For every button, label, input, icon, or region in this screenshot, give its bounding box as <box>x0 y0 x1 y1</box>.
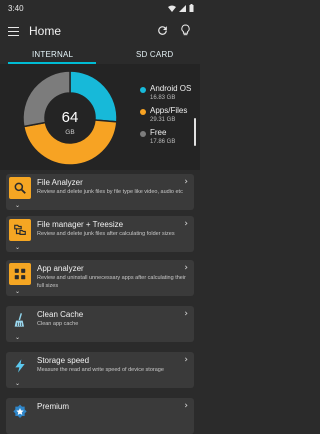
storage-overview: 64 GB Android OS 16.83 GB Apps/Files 29.… <box>0 64 200 170</box>
card-title: Storage speed <box>37 356 90 365</box>
app-bar: Home <box>0 18 200 46</box>
apps-grid-icon <box>9 263 31 285</box>
card-title: Premium <box>37 402 70 411</box>
card-description: Review and delete junk files by file typ… <box>37 189 183 195</box>
legend-label: Apps/Files <box>150 106 188 115</box>
premium-badge-icon <box>9 401 31 423</box>
card-title: Clean Cache <box>37 310 84 319</box>
status-bar: 3:40 <box>0 0 200 18</box>
lightning-icon <box>9 355 31 377</box>
broom-icon <box>9 309 31 331</box>
legend-item-android-os: Android OS 16.83 GB <box>140 84 191 106</box>
chevron-down-icon[interactable]: ⌄ <box>15 202 20 209</box>
chevron-right-icon: › <box>184 355 188 365</box>
folder-tree-icon <box>9 219 31 241</box>
lightbulb-icon[interactable] <box>180 24 191 37</box>
legend-dot-free <box>140 131 146 137</box>
tab-sd-card[interactable]: SD CARD <box>136 50 173 59</box>
card-title: File Analyzer <box>37 178 83 187</box>
chevron-right-icon: › <box>184 177 188 187</box>
magnifier-icon <box>9 177 31 199</box>
legend-label: Free <box>150 128 167 137</box>
chevron-down-icon[interactable]: ⌄ <box>15 288 20 295</box>
legend-item-free: Free 17.86 GB <box>140 128 191 150</box>
donut-center-value: 64 <box>62 109 79 126</box>
card-description: Measure the read and write speed of devi… <box>37 367 164 373</box>
chevron-right-icon: › <box>184 219 188 229</box>
signal-icon <box>179 4 186 12</box>
card-title: App analyzer <box>37 264 84 273</box>
card-description: Review and delete junk files after calcu… <box>37 231 175 237</box>
card-description: Review and uninstall unnecessary apps af… <box>37 275 186 289</box>
legend-dot-android-os <box>140 87 146 93</box>
refresh-icon[interactable] <box>156 24 169 37</box>
card-description: Clean app cache <box>37 321 79 327</box>
scrollbar-thumb[interactable] <box>194 118 196 146</box>
tool-card-premium[interactable]: Premium › <box>6 398 194 434</box>
legend-item-apps-files: Apps/Files 29.31 GB <box>140 106 191 128</box>
page-title: Home <box>29 24 62 38</box>
chevron-down-icon[interactable]: ⌄ <box>15 334 20 341</box>
chevron-right-icon: › <box>184 263 188 273</box>
chevron-down-icon[interactable]: ⌄ <box>15 244 20 251</box>
tool-card-storage-speed[interactable]: Storage speed Measure the read and write… <box>6 352 194 388</box>
tool-card-file-analyzer[interactable]: File Analyzer Review and delete junk fil… <box>6 174 194 210</box>
legend-label: Android OS <box>150 84 192 93</box>
tab-internal[interactable]: INTERNAL <box>32 50 73 59</box>
chevron-right-icon: › <box>184 309 188 319</box>
card-title: File manager + Treesize <box>37 220 124 229</box>
legend-size: 17.86 GB <box>150 139 176 145</box>
hamburger-menu-icon[interactable] <box>8 27 19 36</box>
storage-donut-chart: 64 GB <box>22 70 118 166</box>
chevron-right-icon: › <box>184 401 188 411</box>
battery-icon <box>189 4 194 12</box>
status-time: 3:40 <box>8 4 24 13</box>
status-icons <box>168 4 194 12</box>
chevron-down-icon[interactable]: ⌄ <box>15 380 20 387</box>
storage-tabs: INTERNAL SD CARD <box>0 46 200 64</box>
wifi-icon <box>168 5 176 12</box>
tool-card-clean-cache[interactable]: Clean Cache Clean app cache › ⌄ <box>6 306 194 342</box>
legend-size: 29.31 GB <box>150 117 176 123</box>
storage-legend: Android OS 16.83 GB Apps/Files 29.31 GB … <box>140 84 191 150</box>
legend-dot-apps-files <box>140 109 146 115</box>
tool-card-file-manager[interactable]: File manager + Treesize Review and delet… <box>6 216 194 252</box>
donut-center-unit: GB <box>65 129 74 136</box>
tool-card-app-analyzer[interactable]: App analyzer Review and uninstall unnece… <box>6 260 194 296</box>
legend-size: 16.83 GB <box>150 95 176 101</box>
